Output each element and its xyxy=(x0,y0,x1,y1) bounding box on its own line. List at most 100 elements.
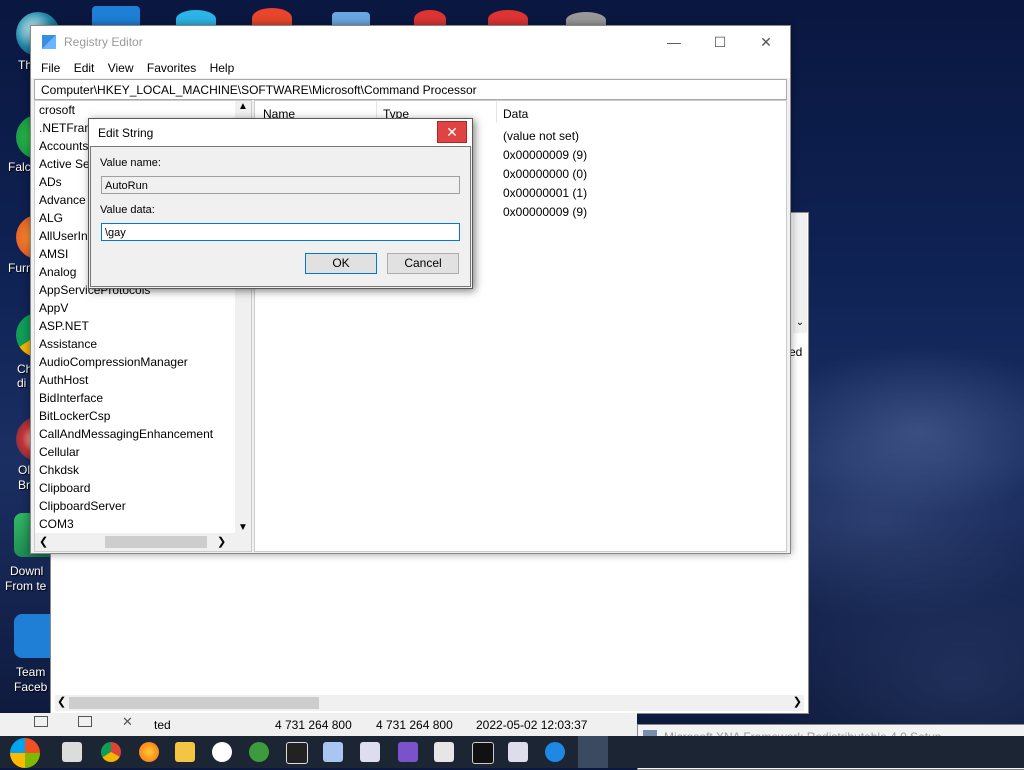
app-icon[interactable] xyxy=(508,742,528,762)
scrollbar-thumb[interactable] xyxy=(69,697,319,709)
status-size-2: 4 731 264 800 xyxy=(376,718,453,732)
app-icon[interactable] xyxy=(323,742,343,762)
tree-item[interactable]: AudioCompressionManager xyxy=(39,355,188,369)
background-window-scroll-area xyxy=(793,213,807,333)
minimize-icon[interactable] xyxy=(34,716,48,727)
dialog-body: Value name: AutoRun Value data: \gay OK … xyxy=(90,146,471,287)
scrollbar-thumb[interactable] xyxy=(105,536,207,548)
7zip-icon[interactable] xyxy=(286,742,308,764)
registry-editor-window[interactable]: Registry Editor — ☐ ✕ File Edit View Fav… xyxy=(30,25,791,554)
tree-item[interactable]: ClipboardServer xyxy=(39,499,126,513)
folder-icon[interactable] xyxy=(175,742,195,762)
menu-bar: File Edit View Favorites Help xyxy=(31,58,790,78)
cmd-icon[interactable] xyxy=(472,742,494,764)
chrome-icon[interactable] xyxy=(101,742,121,762)
value-data[interactable]: 0x00000009 (9) xyxy=(503,205,587,219)
tree-item[interactable]: AuthHost xyxy=(39,373,88,387)
desktop-label: di xyxy=(17,376,27,390)
tree-item[interactable]: AppV xyxy=(39,301,68,315)
registry-editor-taskbar-icon[interactable] xyxy=(578,736,608,768)
maximize-button[interactable]: ☐ xyxy=(697,26,743,58)
chevron-right-icon[interactable]: ❯ xyxy=(217,535,226,548)
value-data[interactable]: (value not set) xyxy=(503,129,579,143)
task-view-icon[interactable] xyxy=(62,742,82,762)
tree-item[interactable]: AllUserIn xyxy=(39,229,88,243)
status-bar: ✕ ted 4 731 264 800 4 731 264 800 2022-0… xyxy=(0,713,637,736)
chevron-down-icon[interactable]: ▼ xyxy=(238,522,248,533)
desktop-label: Downl xyxy=(10,564,44,578)
registry-icon xyxy=(42,35,56,49)
chevron-left-icon[interactable]: ❮ xyxy=(39,535,48,548)
status-date: 2022-05-02 12:03:37 xyxy=(476,718,588,732)
tree-item[interactable]: Chkdsk xyxy=(39,463,79,477)
menu-view[interactable]: View xyxy=(108,58,134,78)
tree-item[interactable]: .NETFram xyxy=(39,121,94,135)
taskbar xyxy=(0,736,1024,768)
tree-item[interactable]: ADs xyxy=(39,175,62,189)
tree-item[interactable]: Accounts xyxy=(39,139,88,153)
menu-file[interactable]: File xyxy=(41,58,60,78)
horizontal-scrollbar[interactable]: ❮ ❯ xyxy=(55,695,804,711)
tree-item[interactable]: Cellular xyxy=(39,445,80,459)
tree-item[interactable]: ASP.NET xyxy=(39,319,89,333)
desktop-label: Furn xyxy=(8,261,30,275)
cancel-button[interactable]: Cancel xyxy=(387,253,459,274)
column-divider[interactable] xyxy=(496,101,497,123)
tree-item[interactable]: Analog xyxy=(39,265,76,279)
status-left-text: ted xyxy=(154,718,171,732)
close-icon[interactable]: ✕ xyxy=(122,714,133,730)
value-name-field: AutoRun xyxy=(101,176,460,194)
monitor-icon[interactable] xyxy=(434,742,454,762)
desktop-label: From te xyxy=(5,579,47,593)
value-data[interactable]: 0x00000009 (9) xyxy=(503,148,587,162)
tree-item[interactable]: COM3 xyxy=(39,517,74,531)
chevron-right-icon[interactable]: ❯ xyxy=(793,695,802,708)
tree-item[interactable]: Assistance xyxy=(39,337,97,351)
tree-item[interactable]: BidInterface xyxy=(39,391,103,405)
tree-item[interactable]: CallAndMessagingEnhancement xyxy=(39,427,213,441)
close-button[interactable]: ✕ xyxy=(437,121,467,143)
value-data-label: Value data: xyxy=(100,204,155,216)
dialog-title-bar[interactable]: Edit String ✕ xyxy=(89,119,472,146)
close-button[interactable]: ✕ xyxy=(743,26,789,58)
menu-favorites[interactable]: Favorites xyxy=(147,58,196,78)
tree-item[interactable]: AMSI xyxy=(39,247,68,261)
maximize-icon[interactable] xyxy=(78,716,92,727)
tree-item[interactable]: BitLockerCsp xyxy=(39,409,110,423)
desktop-label: Ch xyxy=(17,362,31,376)
address-path: Computer\HKEY_LOCAL_MACHINE\SOFTWARE\Mic… xyxy=(41,83,477,97)
title-bar[interactable]: Registry Editor — ☐ ✕ xyxy=(31,26,790,58)
chevron-up-icon[interactable]: ▲ xyxy=(238,101,248,112)
desktop-label: Faceb xyxy=(14,680,48,694)
start-button[interactable] xyxy=(10,738,40,768)
minimize-button[interactable]: — xyxy=(651,26,697,58)
background-window-side-text: ed xyxy=(789,345,803,359)
menu-edit[interactable]: Edit xyxy=(74,58,95,78)
desktop-label: Falc xyxy=(8,160,30,174)
store-icon[interactable] xyxy=(360,742,380,762)
ok-button[interactable]: OK xyxy=(305,253,377,274)
tree-item[interactable]: crosoft xyxy=(39,103,75,117)
value-name-label: Value name: xyxy=(100,157,161,169)
address-bar[interactable]: Computer\HKEY_LOCAL_MACHINE\SOFTWARE\Mic… xyxy=(34,79,787,100)
chevron-left-icon[interactable]: ❮ xyxy=(57,695,66,708)
firefox-icon[interactable] xyxy=(139,742,159,762)
desktop-label: Team xyxy=(16,665,46,679)
yandex-icon[interactable] xyxy=(212,742,232,762)
column-header-data[interactable]: Data xyxy=(503,107,528,121)
value-data[interactable]: 0x00000001 (1) xyxy=(503,186,587,200)
value-data-input[interactable]: \gay xyxy=(101,223,460,241)
value-data[interactable]: 0x00000000 (0) xyxy=(503,167,587,181)
status-size-1: 4 731 264 800 xyxy=(275,718,352,732)
horizontal-scrollbar[interactable]: ❮ ❯ xyxy=(35,533,251,551)
chevron-down-icon[interactable]: ⌄ xyxy=(793,317,807,331)
edit-string-dialog[interactable]: Edit String ✕ Value name: AutoRun Value … xyxy=(88,118,473,289)
menu-help[interactable]: Help xyxy=(210,58,235,78)
browser-icon[interactable] xyxy=(249,742,269,762)
tree-item[interactable]: Advance xyxy=(39,193,86,207)
tree-item[interactable]: ALG xyxy=(39,211,63,225)
tree-item[interactable]: Active Se xyxy=(39,157,90,171)
app-icon[interactable] xyxy=(398,742,418,762)
edge-icon[interactable] xyxy=(545,742,565,762)
tree-item[interactable]: Clipboard xyxy=(39,481,90,495)
